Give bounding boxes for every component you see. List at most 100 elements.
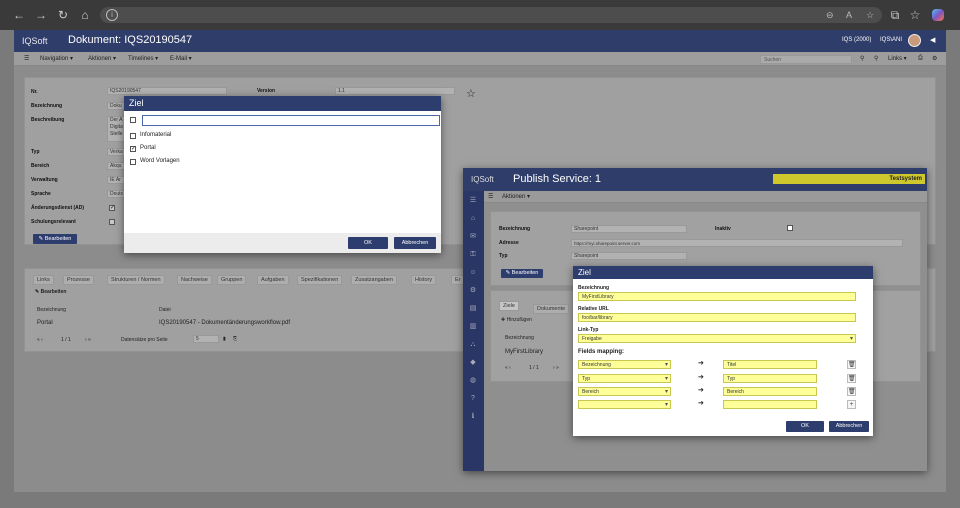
user-name[interactable]: IQS\ANI bbox=[880, 37, 902, 43]
publish-grid-row[interactable]: MyFirstLibrary bbox=[505, 349, 543, 355]
ok-button[interactable]: OK bbox=[348, 237, 388, 249]
add-mapping-icon[interactable]: + bbox=[847, 400, 856, 409]
avatar[interactable] bbox=[908, 34, 921, 47]
home-icon[interactable]: ⌂ bbox=[469, 215, 477, 223]
list-icon[interactable]: ☰ bbox=[488, 193, 493, 200]
sitemap-icon[interactable]: ⛬ bbox=[469, 341, 477, 349]
edit-button[interactable]: ✎ Bearbeiten bbox=[33, 234, 77, 244]
pager-next-last[interactable]: › » bbox=[85, 337, 91, 343]
search-icon[interactable]: ⚲ bbox=[860, 55, 864, 62]
forward-arrow-icon[interactable]: → bbox=[34, 8, 48, 22]
aenderungsdienst-checkbox[interactable]: ✓ bbox=[109, 205, 115, 211]
search-input[interactable]: Suchen bbox=[760, 55, 852, 64]
grid-cell-datei[interactable]: IQS20190547 - Dokumentänderungsworkflow.… bbox=[159, 320, 290, 326]
export-icon[interactable]: ⎘ bbox=[233, 336, 237, 342]
delete-mapping-icon[interactable]: 🗑 bbox=[847, 374, 856, 383]
tab-history[interactable]: History bbox=[411, 275, 437, 285]
publish-typ-field[interactable]: Sharepoint bbox=[571, 252, 687, 260]
option-checkbox-word-vorlagen[interactable] bbox=[130, 159, 136, 165]
key-icon[interactable]: ⚿ bbox=[469, 251, 477, 259]
reload-icon[interactable]: ↻ bbox=[56, 8, 70, 22]
adresse-field[interactable]: https://myi.sharepoint.server.com bbox=[571, 239, 903, 247]
option-label-word-vorlagen[interactable]: Word Vorlagen bbox=[140, 158, 180, 164]
site-info-icon[interactable]: i bbox=[106, 9, 118, 21]
tab-ziele[interactable]: Ziele bbox=[499, 301, 519, 311]
option-label-infomaterial[interactable]: Infomaterial bbox=[140, 132, 171, 138]
navigation-menu[interactable]: Navigation ▾ bbox=[40, 55, 73, 62]
tab-edit-link[interactable]: ✎ Bearbeiten bbox=[35, 289, 66, 295]
users-icon[interactable]: ☺ bbox=[469, 269, 477, 277]
delete-mapping-icon[interactable]: 🗑 bbox=[847, 360, 856, 369]
book-icon[interactable]: ▤ bbox=[469, 305, 477, 313]
mapping-source-select[interactable] bbox=[578, 400, 671, 409]
favorites-bar-icon[interactable]: ☆ bbox=[908, 8, 922, 22]
tab-zusatzangaben[interactable]: Zusatzangaben bbox=[351, 275, 397, 285]
relative-url-field[interactable]: foo/bar/library bbox=[578, 313, 856, 322]
add-link[interactable]: ✚ Hinzufügen bbox=[501, 317, 532, 323]
menu-icon[interactable]: ☰ bbox=[24, 55, 29, 62]
inaktiv-checkbox[interactable] bbox=[787, 225, 793, 231]
nr-field[interactable]: IQS20190547 bbox=[107, 87, 227, 95]
mapping-target-field[interactable]: Typ bbox=[723, 374, 817, 383]
zoom-out-icon[interactable]: ⊖ bbox=[826, 9, 834, 21]
mapping-target-field[interactable]: Bereich bbox=[723, 387, 817, 396]
cancel-button[interactable]: Abbrechen bbox=[394, 237, 436, 249]
links-menu[interactable]: Links ▾ bbox=[888, 55, 907, 62]
mapping-target-field[interactable]: Titel bbox=[723, 360, 817, 369]
link-typ-select[interactable]: Freigabe bbox=[578, 334, 856, 343]
help-icon[interactable]: ? bbox=[469, 395, 477, 403]
option-label-portal[interactable]: Portal bbox=[140, 145, 156, 151]
option-checkbox-portal[interactable]: ✓ bbox=[130, 146, 136, 152]
tab-aufgaben[interactable]: Aufgaben bbox=[257, 275, 289, 285]
timelines-menu[interactable]: Timelines ▾ bbox=[128, 55, 158, 62]
pager-first-prev[interactable]: « ‹ bbox=[37, 337, 43, 343]
menu-icon[interactable]: ☰ bbox=[469, 197, 477, 205]
tab-nachweise[interactable]: Nachweise bbox=[177, 275, 212, 285]
tab-prozesse[interactable]: Prozesse bbox=[63, 275, 94, 285]
mapping-source-select[interactable]: Bereich bbox=[578, 387, 671, 396]
mapping-ok-button[interactable]: OK bbox=[786, 421, 824, 432]
bookmark-icon[interactable]: ▮ bbox=[223, 336, 226, 342]
publish-pager-first-prev[interactable]: « ‹ bbox=[505, 365, 511, 371]
publish-edit-button[interactable]: ✎ Bearbeiten bbox=[501, 269, 543, 278]
publish-aktionen-menu[interactable]: Aktionen ▾ bbox=[502, 193, 530, 200]
search-options-icon[interactable]: ⚲ bbox=[874, 55, 878, 62]
copilot-icon[interactable] bbox=[932, 9, 944, 21]
mapping-source-select[interactable]: Bezeichnung bbox=[578, 360, 671, 369]
grid-cell-bezeichnung[interactable]: Portal bbox=[37, 320, 53, 326]
home-icon[interactable]: ⌂ bbox=[78, 8, 92, 22]
settings-icon[interactable]: ⚙ bbox=[932, 55, 937, 62]
tab-dokumente[interactable]: Dokumente bbox=[533, 304, 570, 314]
version-field[interactable]: 1.1 bbox=[335, 87, 455, 95]
favorite-star-icon[interactable]: ☆ bbox=[466, 87, 476, 100]
tab-spezifikationen[interactable]: Spezifikationen bbox=[297, 275, 343, 285]
extensions-icon[interactable]: ⧉ bbox=[888, 8, 902, 22]
print-icon[interactable]: ⎙ bbox=[918, 55, 923, 62]
option-checkbox-infomaterial[interactable] bbox=[130, 133, 136, 139]
page-size-select[interactable]: 5 bbox=[193, 335, 219, 343]
speaker-icon[interactable]: ◀ bbox=[930, 36, 935, 44]
publish-bezeichnung-field[interactable]: Sharepoint bbox=[571, 225, 687, 233]
tab-links[interactable]: Links bbox=[33, 275, 54, 285]
read-aloud-icon[interactable]: A bbox=[846, 9, 852, 21]
mapping-bezeichnung-field[interactable]: MyFirstLibrary bbox=[578, 292, 856, 301]
schulungsrelevant-checkbox[interactable] bbox=[109, 219, 115, 225]
info-icon[interactable]: ℹ bbox=[469, 413, 477, 421]
aktionen-menu[interactable]: Aktionen ▾ bbox=[88, 55, 116, 62]
email-menu[interactable]: E-Mail ▾ bbox=[170, 55, 192, 62]
select-all-checkbox[interactable] bbox=[130, 117, 136, 123]
cube-icon[interactable]: ◆ bbox=[469, 359, 477, 367]
globe-icon[interactable]: ◍ bbox=[469, 377, 477, 385]
gear-icon[interactable]: ⚙ bbox=[469, 287, 477, 295]
mapping-cancel-button[interactable]: Abbrechen bbox=[829, 421, 869, 432]
publish-pager-next-last[interactable]: › » bbox=[553, 365, 559, 371]
back-arrow-icon[interactable]: ← bbox=[12, 8, 26, 22]
tab-strukturen[interactable]: Strukturen / Normen bbox=[107, 275, 165, 285]
mapping-source-select[interactable]: Typ bbox=[578, 374, 671, 383]
chart-icon[interactable]: ▥ bbox=[469, 323, 477, 331]
dialog-search-input[interactable] bbox=[142, 115, 440, 126]
tab-gruppen[interactable]: Gruppen bbox=[217, 275, 247, 285]
address-bar[interactable]: i ⊖ A ☆ bbox=[100, 7, 882, 23]
delete-mapping-icon[interactable]: 🗑 bbox=[847, 387, 856, 396]
mapping-target-field[interactable] bbox=[723, 400, 817, 409]
